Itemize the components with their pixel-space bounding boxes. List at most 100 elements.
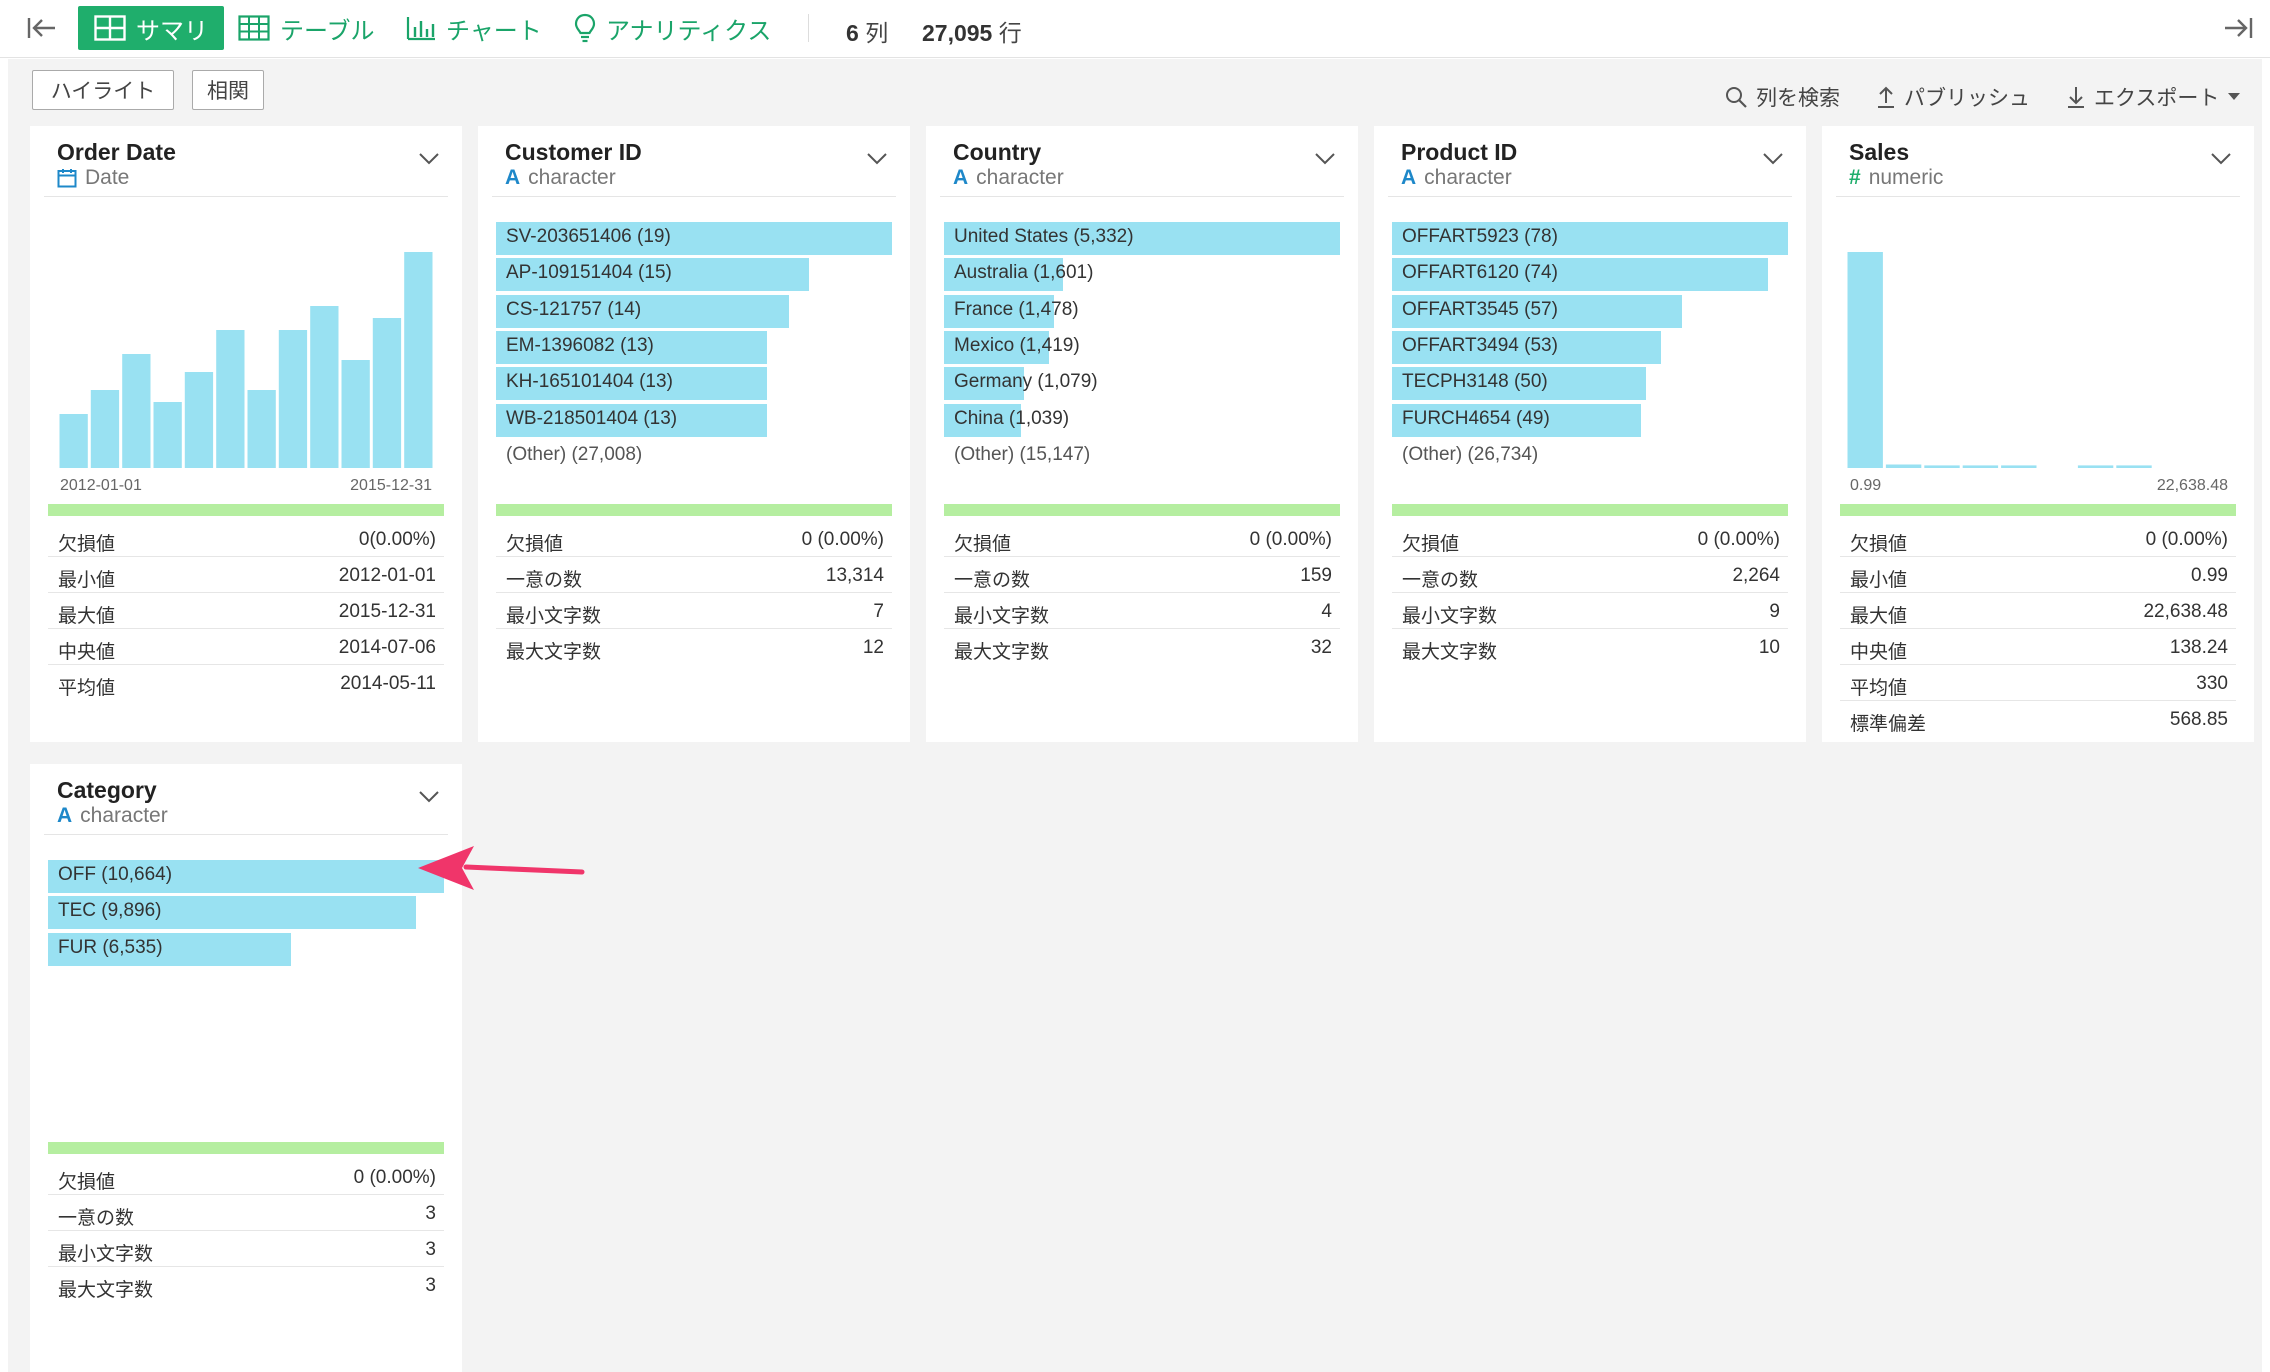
histogram-bar[interactable] (278, 330, 308, 468)
axis-min-label: 0.99 (1850, 477, 1882, 494)
value-bar-row[interactable]: United States (5,332) (944, 222, 1340, 255)
histogram-bar[interactable] (1885, 464, 1922, 469)
histogram-bar[interactable] (1847, 252, 1883, 468)
value-bar-row[interactable]: France (1,478) (944, 294, 1340, 328)
chevron-down-icon[interactable] (418, 152, 440, 166)
value-bar-row[interactable]: OFFART5923 (78) (1392, 222, 1788, 255)
histogram-bar[interactable] (122, 354, 151, 468)
value-bar-row[interactable]: OFFART6120 (74) (1392, 258, 1788, 292)
stat-label: 欠損値 (1850, 534, 1908, 555)
column-name: Sales (1849, 139, 1910, 165)
value-bar-row[interactable]: CS-121757 (14) (496, 294, 892, 328)
histogram-bar[interactable] (1924, 465, 1960, 468)
tab-analytics[interactable]: アナリティクス (574, 6, 771, 50)
value-bar-label: OFFART3545 (57) (1402, 298, 1558, 320)
chevron-down-icon[interactable] (866, 152, 888, 166)
value-bar-row[interactable]: WB-218501404 (13) (496, 403, 892, 437)
value-bar-row[interactable]: KH-165101404 (13) (496, 367, 892, 401)
stat-label: 最大値 (1850, 606, 1908, 627)
stat-label: 平均値 (58, 678, 116, 699)
value-bar-row[interactable]: Mexico (1,419) (944, 330, 1340, 364)
header-divider (44, 834, 448, 835)
value-bar-row[interactable]: OFFART3545 (57) (1392, 294, 1788, 328)
histogram-bar[interactable] (2116, 465, 2152, 468)
histogram-bar[interactable] (90, 390, 120, 468)
value-bar-row[interactable]: TEC (9,896) (48, 896, 444, 930)
value-bar-label: FURCH4654 (49) (1402, 407, 1550, 429)
value-bar-row[interactable]: FURCH4654 (49) (1392, 403, 1788, 437)
column-card-product-id: Product ID A character OFFART5923 (78) OF… (1374, 126, 1806, 742)
value-bar-row[interactable]: SV-203651406 (19) (496, 222, 892, 255)
stat-label: 欠損値 (506, 534, 564, 555)
stat-value: 10 (1758, 637, 1780, 658)
column-type-label: character (528, 166, 616, 189)
chevron-down-icon[interactable] (2210, 152, 2232, 166)
row-count: 27,095 行 (922, 14, 1022, 48)
stat-label: 一意の数 (1402, 570, 1479, 591)
highlight-button[interactable]: ハイライト (32, 70, 174, 110)
column-name: Customer ID (505, 139, 642, 165)
histogram-bar[interactable] (184, 372, 214, 468)
stat-row: 最小文字数 4 (944, 593, 1340, 629)
stat-value: 2012-01-01 (338, 565, 436, 586)
chevron-down-icon[interactable] (1762, 152, 1784, 166)
chevron-down-icon[interactable] (1314, 152, 1336, 166)
column-count: 6 列 (846, 14, 888, 48)
column-name: Order Date (57, 139, 176, 165)
value-bar-row[interactable]: FUR (6,535) (48, 932, 444, 966)
search-columns-button[interactable]: 列を検索 (1724, 82, 1840, 112)
tab-chart-label: チャート (446, 17, 542, 45)
value-bar-row[interactable]: OFFART3494 (53) (1392, 330, 1788, 364)
histogram-bar[interactable] (1962, 465, 1999, 468)
stat-row: 一意の数 159 (944, 557, 1340, 593)
row-count-value: 27,095 (922, 20, 993, 46)
histogram-bar[interactable] (216, 330, 245, 468)
stat-row: 一意の数 2,264 (1392, 557, 1788, 593)
tab-chart[interactable]: チャート (406, 6, 542, 50)
value-bar-row[interactable]: Germany (1,079) (944, 367, 1340, 401)
column-card-customer-id: Customer ID A character SV-203651406 (19… (478, 126, 910, 742)
tab-summary[interactable]: サマリ (78, 6, 224, 50)
header-divider (492, 196, 896, 197)
stat-label: 標準偏差 (1850, 714, 1927, 735)
bar-chart-icon (406, 17, 435, 41)
value-bar-row[interactable]: AP-109151404 (15) (496, 258, 892, 292)
publish-button[interactable]: パブリッシュ (1876, 82, 2030, 112)
stat-label: 平均値 (1850, 678, 1908, 699)
chevron-down-icon[interactable] (418, 790, 440, 804)
histogram-bar[interactable] (341, 360, 370, 468)
card-header: Customer ID A character (478, 126, 910, 196)
tab-table[interactable]: テーブル (238, 6, 375, 50)
histogram-bar[interactable] (2077, 465, 2114, 468)
histogram-bar[interactable] (247, 390, 276, 468)
stat-row: 最小値 2012-01-01 (48, 557, 444, 593)
histogram-bar[interactable] (59, 414, 88, 468)
value-bar-row[interactable]: OFF (10,664) (48, 860, 444, 893)
value-bar-row[interactable]: EM-1396082 (13) (496, 330, 892, 364)
histogram-bar[interactable] (153, 402, 182, 468)
header-divider (940, 196, 1344, 197)
stat-value: 568.85 (2169, 709, 2228, 730)
histogram-bar[interactable] (310, 306, 339, 468)
value-bar-row[interactable]: China (1,039) (944, 403, 1340, 437)
histogram-bar[interactable] (2001, 465, 2037, 468)
stat-value: 3 (425, 1239, 436, 1260)
histogram-bar[interactable] (404, 252, 433, 468)
value-bar-row[interactable]: Australia (1,601) (944, 258, 1340, 292)
collapse-left-icon[interactable] (24, 12, 60, 44)
column-stats: 欠損値 0 (0.00%) 一意の数 159 最小文字数 4 最大文字数 32 (944, 521, 1340, 665)
correlation-button[interactable]: 相関 (192, 70, 264, 110)
stat-row: 欠損値 0(0.00%) (48, 521, 444, 557)
histogram-bar[interactable] (372, 318, 402, 468)
value-bar-row[interactable]: TECPH3148 (50) (1392, 367, 1788, 401)
column-card-country: Country A character United States (5,332… (926, 126, 1358, 742)
stat-value: 3 (425, 1203, 436, 1224)
character-type-icon: A (953, 166, 969, 189)
column-type: Date (57, 166, 129, 190)
export-button[interactable]: エクスポート (2066, 82, 2241, 112)
collapse-right-icon[interactable] (2220, 12, 2256, 44)
valid-data-bar (1840, 504, 2236, 516)
stat-row: 平均値 2014-05-11 (48, 665, 444, 701)
numeric-type-icon: # (1849, 166, 1861, 189)
value-bar-label: OFFART3494 (53) (1402, 334, 1558, 356)
